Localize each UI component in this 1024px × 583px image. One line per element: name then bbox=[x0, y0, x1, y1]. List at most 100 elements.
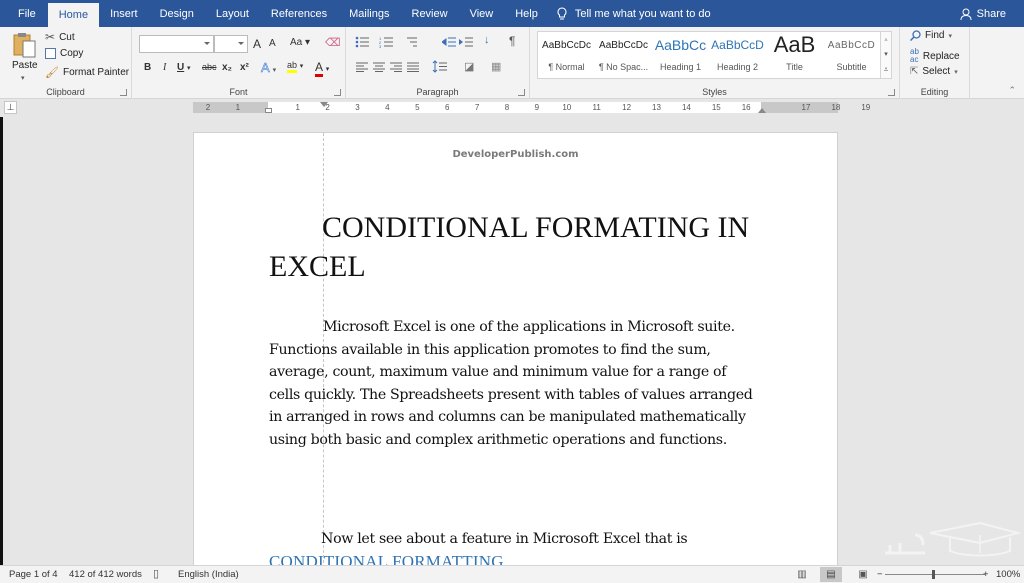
change-case-button[interactable]: Aa ▾ bbox=[290, 37, 310, 48]
borders-icon[interactable]: ▦ bbox=[491, 60, 501, 73]
tab-layout[interactable]: Layout bbox=[205, 0, 260, 27]
language-indicator[interactable]: English (India) bbox=[178, 569, 239, 580]
align-center-icon[interactable] bbox=[373, 62, 385, 72]
tab-insert[interactable]: Insert bbox=[99, 0, 149, 27]
grow-font-button[interactable]: A bbox=[253, 37, 261, 51]
chevron-down-icon bbox=[238, 42, 244, 45]
font-name-combo[interactable] bbox=[139, 35, 214, 53]
strikethrough-button[interactable]: abc bbox=[202, 62, 217, 72]
clear-formatting-icon[interactable]: ⌫ bbox=[325, 36, 341, 49]
zoom-slider-thumb[interactable] bbox=[932, 570, 935, 579]
tab-stop-selector-icon[interactable]: ⊥ bbox=[4, 101, 17, 114]
search-icon bbox=[910, 30, 921, 41]
ruler-number: 10 bbox=[562, 103, 572, 112]
tab-help[interactable]: Help bbox=[504, 0, 549, 27]
watermark-logo-icon bbox=[885, 521, 1020, 557]
style-heading-1[interactable]: AaBbCc Heading 1 bbox=[652, 32, 709, 78]
zoom-level[interactable]: 100% bbox=[996, 569, 1020, 580]
format-painter-button[interactable]: 🖌 Format Painter bbox=[45, 66, 129, 79]
page-count[interactable]: Page 1 of 4 bbox=[9, 569, 58, 580]
left-indent-marker[interactable] bbox=[265, 108, 272, 113]
scroll-up-icon[interactable]: ▴ bbox=[881, 32, 891, 47]
ruler-number: 19 bbox=[861, 103, 871, 112]
tab-references[interactable]: References bbox=[260, 0, 338, 27]
tab-review[interactable]: Review bbox=[401, 0, 459, 27]
document-title: CONDITIONAL FORMATING IN EXCEL bbox=[269, 211, 750, 283]
change-case-label: Aa bbox=[290, 37, 303, 48]
read-mode-button[interactable]: ▥ bbox=[791, 567, 813, 582]
italic-button[interactable]: I bbox=[163, 62, 166, 73]
shrink-font-button[interactable]: A bbox=[269, 38, 276, 49]
align-right-icon[interactable] bbox=[390, 62, 402, 72]
zoom-out-button[interactable]: − bbox=[877, 569, 883, 580]
ribbon: Paste ▾ ✂ Cut Copy 🖌 Format Painter Clip… bbox=[0, 27, 1024, 99]
proofing-icon[interactable]: ▯ bbox=[153, 567, 159, 580]
style-heading-2[interactable]: AaBbCcD Heading 2 bbox=[709, 32, 766, 78]
font-launcher-icon[interactable] bbox=[334, 89, 341, 96]
numbering-icon[interactable]: 123 bbox=[379, 36, 395, 48]
print-layout-button[interactable]: ▤ bbox=[820, 567, 842, 582]
copy-button[interactable]: Copy bbox=[45, 48, 83, 59]
clipboard-launcher-icon[interactable] bbox=[120, 89, 127, 96]
increase-indent-icon[interactable] bbox=[459, 36, 473, 48]
style-subtitle[interactable]: AaBbCcD Subtitle bbox=[823, 32, 880, 78]
more-styles-icon[interactable]: ⩡ bbox=[881, 62, 891, 77]
style-preview: AaBbCcDc bbox=[599, 40, 648, 51]
justify-icon[interactable] bbox=[407, 62, 419, 72]
tab-home[interactable]: Home bbox=[47, 3, 100, 27]
style-preview: AaBbCc bbox=[654, 37, 707, 53]
tab-file[interactable]: File bbox=[0, 0, 48, 27]
cut-button[interactable]: ✂ Cut bbox=[45, 30, 75, 44]
right-indent-marker[interactable] bbox=[758, 108, 766, 113]
style-normal[interactable]: AaBbCcDc ¶ Normal bbox=[538, 32, 595, 78]
select-button[interactable]: ⇱ Select ▾ bbox=[910, 66, 958, 77]
paragraph-launcher-icon[interactable] bbox=[518, 89, 525, 96]
paste-dropdown-icon[interactable]: ▾ bbox=[21, 74, 25, 82]
multilevel-list-icon[interactable] bbox=[403, 36, 419, 48]
underline-button[interactable]: U ▾ bbox=[177, 62, 191, 73]
replace-icon: ab ac bbox=[910, 47, 919, 64]
paste-button[interactable]: Paste ▾ bbox=[10, 31, 38, 82]
styles-scrollbar[interactable]: ▴ ▾ ⩡ bbox=[880, 32, 891, 78]
web-layout-button[interactable]: ▣ bbox=[852, 567, 874, 582]
style-title[interactable]: AaB Title bbox=[766, 32, 823, 78]
line-spacing-icon[interactable] bbox=[432, 60, 448, 73]
bold-button[interactable]: B bbox=[144, 62, 151, 73]
decrease-indent-icon[interactable] bbox=[442, 36, 456, 48]
replace-button[interactable]: ab ac Replace bbox=[910, 48, 960, 64]
tab-view[interactable]: View bbox=[459, 0, 505, 27]
zoom-slider[interactable] bbox=[885, 570, 985, 579]
sort-icon[interactable]: ↓ bbox=[484, 34, 490, 46]
style-no-spacing[interactable]: AaBbCcDc ¶ No Spac... bbox=[595, 32, 652, 78]
bullets-icon[interactable] bbox=[355, 36, 371, 48]
share-button[interactable]: Share bbox=[960, 0, 1006, 27]
zoom-in-button[interactable]: + bbox=[983, 569, 989, 580]
show-marks-button[interactable]: ¶ bbox=[509, 34, 515, 48]
horizontal-ruler[interactable]: 2 1 1 2 3 4 5 6 7 8 9 10 11 12 13 14 15 16 17 18 19 bbox=[193, 102, 870, 113]
tell-me-search[interactable]: Tell me what you want to do bbox=[557, 0, 711, 27]
highlight-button[interactable]: ab ▾ bbox=[287, 60, 303, 73]
scroll-down-icon[interactable]: ▾ bbox=[881, 47, 891, 62]
subscript-button[interactable]: x₂ bbox=[222, 62, 232, 73]
first-line-indent-marker[interactable] bbox=[320, 102, 328, 107]
ruler-number: 12 bbox=[622, 103, 632, 112]
word-count[interactable]: 412 of 412 words bbox=[69, 569, 142, 580]
font-size-combo[interactable] bbox=[214, 35, 248, 53]
font-color-button[interactable]: A ▾ bbox=[315, 60, 329, 77]
shading-icon[interactable]: ◪ bbox=[464, 60, 474, 73]
tab-design[interactable]: Design bbox=[149, 0, 205, 27]
styles-launcher-icon[interactable] bbox=[888, 89, 895, 96]
collapse-ribbon-icon[interactable]: ⌃ bbox=[1008, 85, 1016, 96]
find-button[interactable]: Find ▾ bbox=[910, 30, 952, 41]
tab-mailings[interactable]: Mailings bbox=[338, 0, 400, 27]
align-left-icon[interactable] bbox=[356, 62, 368, 72]
document-page[interactable]: DeveloperPublish.com CONDITIONAL FORMATI… bbox=[193, 132, 838, 572]
ruler-number: 16 bbox=[741, 103, 751, 112]
paragraph-group: 123 ↓ ¶ ◪ ▦ Paragraph bbox=[346, 27, 530, 99]
font-group: A A Aa ▾ ⌫ B I U ▾ abc x₂ x² A ▾ ab ▾ A … bbox=[132, 27, 346, 99]
font-group-label: Font bbox=[229, 87, 248, 97]
text-effects-icon: A bbox=[261, 60, 269, 76]
superscript-button[interactable]: x² bbox=[240, 62, 249, 73]
format-painter-label: Format Painter bbox=[62, 67, 130, 78]
text-effects-button[interactable]: A ▾ bbox=[261, 60, 276, 76]
